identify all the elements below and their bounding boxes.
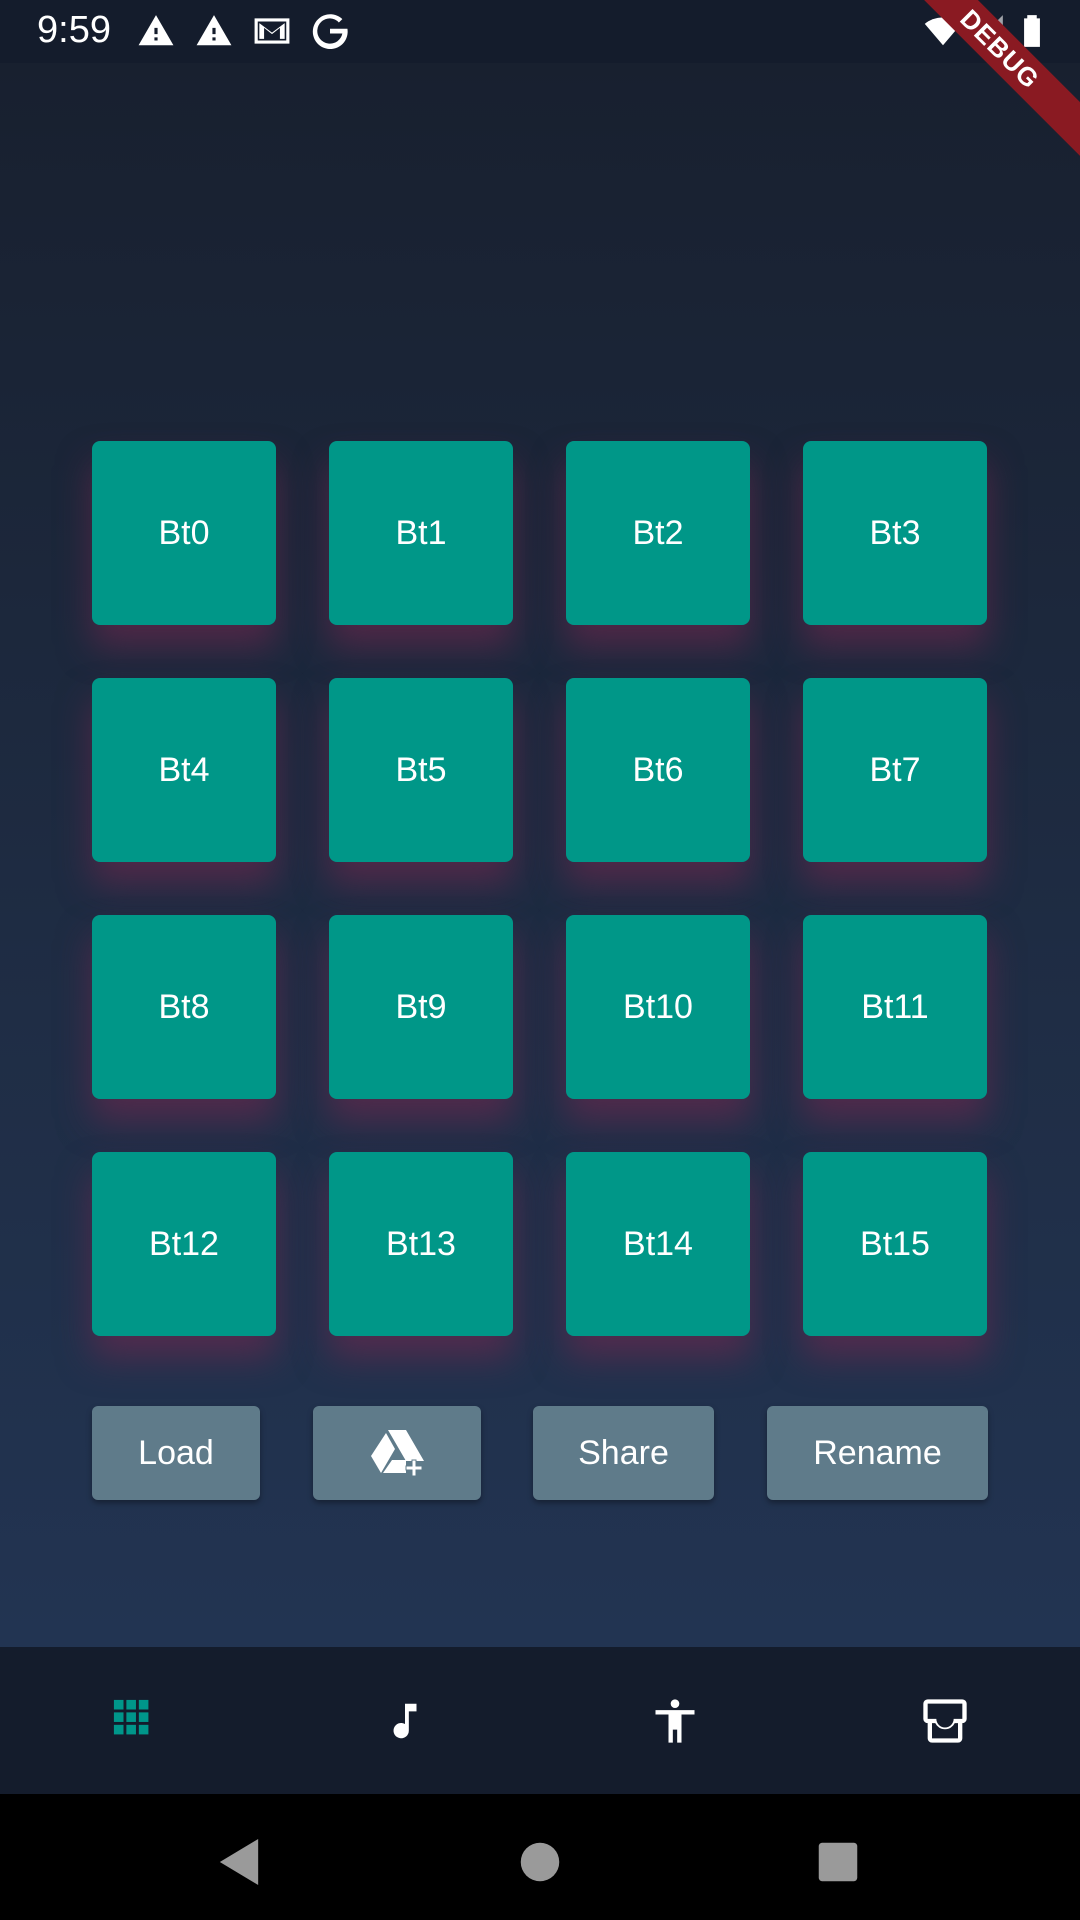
nav-item-music[interactable] (270, 1647, 540, 1794)
recents-button[interactable] (808, 1832, 868, 1892)
nav-item-grid[interactable] (0, 1647, 270, 1794)
share-button[interactable]: Share (533, 1406, 714, 1500)
music-note-icon (393, 1703, 417, 1738)
back-icon (219, 1839, 259, 1885)
pad-button-5[interactable]: Bt5 (329, 678, 513, 862)
pad-button-9[interactable]: Bt9 (329, 915, 513, 1099)
inbox-icon (923, 1698, 967, 1743)
rename-button[interactable]: Rename (767, 1406, 988, 1500)
nav-item-accessibility[interactable] (540, 1647, 810, 1794)
pad-button-11[interactable]: Bt11 (803, 915, 987, 1099)
pad-button-15[interactable]: Bt15 (803, 1152, 987, 1336)
pad-button-0[interactable]: Bt0 (92, 441, 276, 625)
app-screen: 9:59 Bt0 Bt1 Bt2 Bt3 Bt4 Bt5 Bt6 Bt7 Bt8… (0, 0, 1080, 1920)
pad-button-3[interactable]: Bt3 (803, 441, 987, 625)
pad-button-2[interactable]: Bt2 (566, 441, 750, 625)
system-nav-bar (0, 1794, 1080, 1920)
pad-button-4[interactable]: Bt4 (92, 678, 276, 862)
pad-button-7[interactable]: Bt7 (803, 678, 987, 862)
drive-upload-button[interactable] (313, 1406, 481, 1500)
recents-icon (818, 1842, 858, 1882)
pad-button-13[interactable]: Bt13 (329, 1152, 513, 1336)
pad-button-8[interactable]: Bt8 (92, 915, 276, 1099)
load-button[interactable]: Load (92, 1406, 260, 1500)
accessibility-icon (655, 1698, 695, 1743)
back-button[interactable] (209, 1832, 269, 1892)
warning-icon (138, 15, 174, 46)
google-drive-add-icon (371, 1430, 424, 1477)
pad-button-6[interactable]: Bt6 (566, 678, 750, 862)
gmail-icon (254, 18, 290, 44)
action-row: Load Share Rename (92, 1406, 988, 1500)
warning-icon (196, 15, 232, 46)
google-icon (312, 14, 348, 50)
pad-button-12[interactable]: Bt12 (92, 1152, 276, 1336)
pad-button-14[interactable]: Bt14 (566, 1152, 750, 1336)
pad-button-1[interactable]: Bt1 (329, 441, 513, 625)
grid-icon (113, 1699, 149, 1734)
app-body: Bt0 Bt1 Bt2 Bt3 Bt4 Bt5 Bt6 Bt7 Bt8 Bt9 … (0, 63, 1080, 1647)
status-bar: 9:59 (0, 0, 1080, 63)
nav-item-inbox[interactable] (810, 1647, 1080, 1794)
home-button[interactable] (510, 1832, 570, 1892)
home-icon (520, 1842, 560, 1882)
pad-button-10[interactable]: Bt10 (566, 915, 750, 1099)
status-time: 9:59 (37, 9, 111, 51)
bottom-nav (0, 1647, 1080, 1794)
pad-grid: Bt0 Bt1 Bt2 Bt3 Bt4 Bt5 Bt6 Bt7 Bt8 Bt9 … (92, 441, 988, 1336)
